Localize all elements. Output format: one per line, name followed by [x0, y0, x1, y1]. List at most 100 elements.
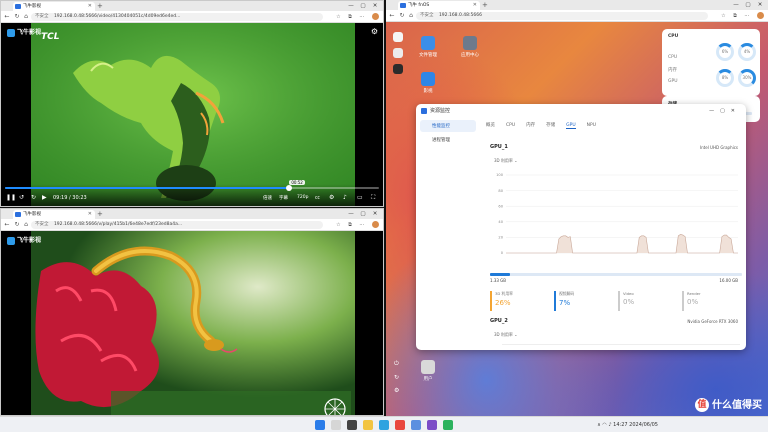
- clock-time[interactable]: 14:27: [613, 422, 627, 428]
- new-tab-icon[interactable]: +: [97, 209, 103, 219]
- cc-icon[interactable]: ㏄: [315, 194, 320, 201]
- pip-icon[interactable]: ▭: [357, 194, 363, 201]
- tab-memory[interactable]: 内存: [526, 122, 535, 128]
- back-icon[interactable]: ←: [3, 13, 11, 20]
- video-player[interactable]: 飞牛影视 TCL ⚙ 00:52 ❚❚ ↺ ↻ ▶ 09:19 / 30:23 …: [1, 23, 383, 206]
- series-area: [506, 234, 738, 253]
- back-icon[interactable]: ←: [388, 12, 396, 19]
- app2-icon[interactable]: [443, 420, 453, 430]
- search-icon[interactable]: [331, 420, 341, 430]
- gpu1-engine-select[interactable]: 3D 利用率 ⌄: [494, 158, 518, 164]
- next-icon[interactable]: ▶: [42, 194, 47, 201]
- sidebar-item-performance[interactable]: 性能监控: [420, 120, 476, 132]
- minimize-icon[interactable]: —: [345, 209, 357, 219]
- maximize-icon[interactable]: ▢: [357, 1, 369, 11]
- desktop-icon-video[interactable]: 影视: [414, 72, 442, 94]
- desktop-icon-user-folder[interactable]: 用户: [414, 360, 442, 382]
- browser-tab[interactable]: 飞牛影视 ✕: [13, 2, 95, 11]
- url-input[interactable]: 不安全 192.168.0.48:5666: [416, 12, 708, 20]
- browser-tab[interactable]: 飞牛影视 ✕: [13, 210, 95, 219]
- reload-icon[interactable]: ↻: [13, 221, 21, 228]
- tab-close-icon[interactable]: ✕: [473, 1, 477, 10]
- video-controls: 00:52 ❚❚ ↺ ↻ ▶ 09:19 / 30:23 倍速 字幕 720p …: [1, 180, 383, 206]
- gear-icon[interactable]: ⚙: [394, 387, 402, 394]
- tab-gpu[interactable]: GPU: [566, 123, 576, 129]
- dock-item-apps-icon[interactable]: [393, 48, 403, 58]
- url-input[interactable]: 不安全 192.168.0.48:5666/v/play/415b1/6e48e…: [31, 221, 323, 229]
- monitor-close-icon[interactable]: ✕: [731, 108, 741, 114]
- wifi-icon[interactable]: ◠: [602, 422, 606, 428]
- address-bar: ← ↻ ⌂ 不安全 192.168.0.48:5666/video/413040…: [1, 11, 383, 23]
- home-icon[interactable]: ⌂: [407, 12, 415, 19]
- tab-npu[interactable]: NPU: [587, 123, 596, 128]
- tab-cpu[interactable]: CPU: [506, 123, 515, 128]
- start-icon[interactable]: [315, 420, 325, 430]
- clock-date[interactable]: 2024/06/05: [629, 422, 658, 428]
- maximize-icon[interactable]: ▢: [357, 209, 369, 219]
- desktop-icon-app-center[interactable]: 应用中心: [456, 36, 484, 58]
- back-icon[interactable]: ←: [3, 221, 11, 228]
- monitor-minimize-icon[interactable]: —: [709, 108, 720, 114]
- tab-close-icon[interactable]: ✕: [88, 2, 92, 11]
- reload-icon[interactable]: ↻: [13, 13, 21, 20]
- maximize-icon[interactable]: ▢: [742, 0, 754, 10]
- tab-storage[interactable]: 存储: [546, 122, 555, 128]
- home-icon[interactable]: ⌂: [22, 221, 30, 228]
- profile-avatar[interactable]: [757, 12, 764, 19]
- rewind-icon[interactable]: ↺: [19, 194, 24, 201]
- minimize-icon[interactable]: —: [345, 1, 357, 11]
- app-logo-icon: [7, 28, 15, 37]
- desktop-icon-file-manager[interactable]: 文件管理: [414, 36, 442, 58]
- top-browser-window: 飞牛影视 ✕ + — ▢ ✕ ← ↻ ⌂ 不安全 192.168.0.48:56…: [0, 0, 384, 207]
- home-icon[interactable]: ⌂: [22, 13, 30, 20]
- fullscreen-icon[interactable]: ⛶: [371, 194, 375, 202]
- url-input[interactable]: 不安全 192.168.0.48:5666/video/4130404051c/…: [31, 13, 323, 21]
- new-tab-icon[interactable]: +: [482, 0, 488, 10]
- video-settings-icon[interactable]: ⚙: [371, 27, 378, 36]
- dock-item-settings-icon[interactable]: [393, 64, 403, 74]
- system-status-widget[interactable]: CPU CPU 内存 GPU 6% 4% 8% 30%: [662, 29, 760, 96]
- minimize-icon[interactable]: —: [730, 0, 742, 10]
- dock-item-files-icon[interactable]: [393, 32, 403, 42]
- tray-up-icon[interactable]: ∧: [597, 422, 601, 428]
- edge-icon[interactable]: [379, 420, 389, 430]
- store-icon[interactable]: [411, 420, 421, 430]
- power-icon[interactable]: ⏻: [394, 360, 402, 368]
- monitor-main: 概览 CPU 内存 存储 GPU NPU GPU_1 Intel UHD Graphics…: [482, 118, 746, 350]
- new-tab-icon[interactable]: +: [97, 1, 103, 11]
- ring-label-cpu: 6%: [721, 49, 729, 54]
- taskview-icon[interactable]: [347, 420, 357, 430]
- tab-overview[interactable]: 概览: [486, 122, 495, 128]
- app-icon[interactable]: [427, 420, 437, 430]
- refresh-icon[interactable]: ↻: [394, 374, 402, 381]
- subtitle-button[interactable]: 字幕: [279, 195, 288, 201]
- close-icon[interactable]: ✕: [754, 0, 766, 10]
- chrome-icon[interactable]: [395, 420, 405, 430]
- close-icon[interactable]: ✕: [369, 209, 381, 219]
- video-player[interactable]: 飞牛影视: [1, 231, 383, 415]
- screen: 飞牛影视 ✕ + — ▢ ✕ ← ↻ ⌂ 不安全 192.168.0.48:56…: [0, 0, 768, 432]
- widget-line-gpu: GPU: [668, 79, 678, 84]
- explorer-icon[interactable]: [363, 420, 373, 430]
- quality-button[interactable]: 720p: [297, 195, 308, 200]
- monitor-maximize-icon[interactable]: ▢: [720, 108, 731, 114]
- video-time: 09:19 / 30:23: [53, 195, 87, 201]
- speed-button[interactable]: 倍速: [263, 195, 272, 201]
- profile-avatar[interactable]: [372, 13, 379, 20]
- browser-tab[interactable]: 飞牛 fnOS ✕: [398, 1, 480, 10]
- settings-icon[interactable]: ⚙: [329, 194, 334, 201]
- close-icon[interactable]: ✕: [369, 1, 381, 11]
- volume-icon[interactable]: ♪: [343, 194, 347, 201]
- sidebar-item-processes[interactable]: 进程管理: [420, 134, 476, 146]
- volume-tray-icon[interactable]: ♪: [608, 422, 611, 428]
- gpu1-stat-render: Render 0%: [682, 291, 744, 311]
- reload-icon[interactable]: ↻: [398, 12, 406, 19]
- forward-icon[interactable]: ↻: [31, 194, 36, 201]
- tab-close-icon[interactable]: ✕: [88, 210, 92, 219]
- monitor-titlebar: 资源监控 —▢✕: [416, 104, 746, 118]
- video-progress-knob[interactable]: [286, 185, 293, 191]
- pause-icon[interactable]: ❚❚: [6, 194, 16, 201]
- gpu2-engine-select[interactable]: 3D 利用率 ⌄: [494, 332, 518, 338]
- profile-avatar[interactable]: [372, 221, 379, 228]
- video-progress-bar[interactable]: [5, 185, 379, 191]
